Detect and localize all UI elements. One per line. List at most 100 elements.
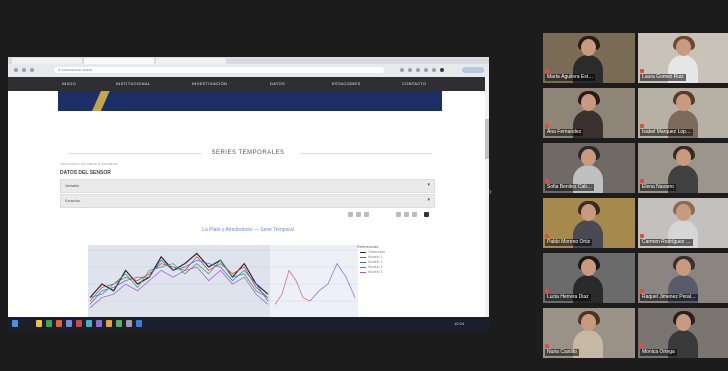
participant-tile[interactable]: Carmen Rodríguez … — [638, 198, 728, 248]
address-bar[interactable] — [54, 67, 384, 73]
participant-tile[interactable]: Raquel Jimenez Peral… — [638, 253, 728, 303]
nav-item-datos[interactable]: DATOS — [270, 80, 285, 88]
taskbar-app-icon[interactable] — [86, 320, 92, 327]
browser-tab[interactable] — [84, 58, 154, 64]
nav-item-investigacion[interactable]: INVESTIGACIÓN — [192, 80, 227, 88]
chart-title: La Plata y Alrededores — Serie Temporal — [202, 227, 294, 233]
legend-item[interactable]: Modelo 2 — [360, 260, 382, 264]
participant-tile[interactable]: Marta Aguilera Est… — [543, 33, 635, 83]
nav-item-institucional[interactable]: INSTITUCIONAL — [116, 80, 150, 88]
start-icon[interactable] — [12, 320, 18, 327]
participant-name: Monica Ortega — [640, 349, 677, 356]
nav-item-inicio[interactable]: INICIO — [62, 80, 76, 88]
participant-video — [676, 94, 691, 111]
taskbar-app-icon[interactable] — [116, 320, 122, 327]
reset-icon[interactable] — [396, 212, 401, 217]
participant-video — [676, 149, 691, 166]
legend-swatch — [360, 261, 366, 263]
chevron-down-icon: ▾ — [427, 197, 430, 203]
legend-title: Referencias — [357, 244, 379, 249]
extension-icon[interactable] — [416, 68, 420, 72]
extension-icon[interactable] — [424, 68, 428, 72]
menu-icon[interactable] — [424, 212, 429, 217]
taskbar-clock: 10:24 — [454, 321, 465, 326]
muted-mic-icon — [545, 179, 549, 183]
station-select[interactable]: Estación ▾ — [60, 194, 435, 208]
nav-item-estaciones[interactable]: ESTACIONES — [332, 80, 361, 88]
participant-tile[interactable]: Isabel Marquez Lop… — [638, 88, 728, 138]
taskbar-app-icon[interactable] — [36, 320, 42, 327]
download-icon[interactable] — [404, 212, 409, 217]
filter-hint: Seleccione los datos a visualizar — [60, 161, 118, 166]
shared-screen: •• •••••••••••••• ••••••• INICIO INSTITU… — [8, 57, 489, 330]
participant-video — [581, 259, 596, 276]
participant-video — [676, 39, 691, 56]
taskbar-app-icon[interactable] — [106, 320, 112, 327]
legend-swatch — [360, 271, 366, 273]
nav-item-contacto[interactable]: CONTACTO — [402, 80, 426, 88]
fullscreen-icon[interactable] — [412, 212, 417, 217]
participant-name: Raquel Jimenez Peral… — [640, 294, 698, 301]
taskbar-app-icon[interactable] — [126, 320, 132, 327]
banner-decoration — [88, 91, 112, 111]
participant-tile[interactable]: Laura Gomez Ruiz — [638, 33, 728, 83]
legend-item[interactable]: Modelo 1 — [360, 255, 382, 259]
muted-mic-icon — [640, 179, 644, 183]
muted-mic-icon — [640, 234, 644, 238]
zoom-in-icon[interactable] — [348, 212, 353, 217]
legend-item[interactable]: Observado — [360, 250, 385, 254]
participant-name: Ana Fernandez — [545, 129, 584, 136]
browser-tab[interactable] — [12, 58, 82, 64]
profile-button[interactable] — [462, 67, 484, 73]
muted-mic-icon — [640, 69, 644, 73]
reload-icon[interactable] — [30, 68, 34, 72]
muted-mic-icon — [545, 124, 549, 128]
participant-tile[interactable]: Monica Ortega — [638, 308, 728, 358]
participant-tile[interactable]: Sofia Benitez Cab… — [543, 143, 635, 193]
scrollbar-thumb[interactable] — [485, 119, 489, 159]
participant-name: Nuria Castillo — [545, 349, 579, 356]
taskbar-app-icon[interactable] — [66, 320, 72, 327]
participant-name: Elena Navarro — [640, 184, 676, 191]
legend-label: Modelo 1 — [368, 255, 383, 259]
extension-icon[interactable] — [400, 68, 404, 72]
variable-select[interactable]: Variable ▾ — [60, 179, 435, 193]
taskbar-app-icon[interactable] — [56, 320, 62, 327]
forward-icon[interactable] — [22, 68, 26, 72]
legend-label: Modelo 2 — [368, 260, 383, 264]
chevron-right-icon[interactable]: › — [489, 186, 492, 197]
participant-name: Lucia Herrera Diaz — [545, 294, 591, 301]
forecast-region — [270, 245, 358, 320]
legend-item[interactable]: Modelo 3 — [360, 265, 382, 269]
participant-name: Sofia Benitez Cab… — [545, 184, 595, 191]
participant-name: Isabel Marquez Lop… — [640, 129, 693, 136]
participant-video — [581, 39, 596, 56]
page-scrollbar[interactable] — [485, 77, 489, 317]
taskbar-app-icon[interactable] — [46, 320, 52, 327]
browser-tab[interactable] — [156, 58, 226, 64]
variable-select-value: Variable — [65, 183, 80, 188]
participant-name: Laura Gomez Ruiz — [640, 74, 686, 81]
participant-tile[interactable]: Pablo Moreno Ortiz — [543, 198, 635, 248]
pan-icon[interactable] — [364, 212, 369, 217]
extension-icon[interactable] — [432, 68, 436, 72]
participant-tile[interactable]: Nuria Castillo — [543, 308, 635, 358]
back-icon[interactable] — [14, 68, 18, 72]
extension-icon[interactable] — [440, 68, 444, 72]
participant-tile[interactable]: Lucia Herrera Diaz — [543, 253, 635, 303]
taskbar-app-icon[interactable] — [76, 320, 82, 327]
participant-tile[interactable]: Elena Navarro — [638, 143, 728, 193]
filter-label: DATOS DEL SENSOR — [60, 170, 111, 176]
muted-mic-icon — [545, 69, 549, 73]
taskbar-app-icon[interactable] — [96, 320, 102, 327]
participant-tile[interactable]: Ana Fernandez — [543, 88, 635, 138]
extension-icon[interactable] — [408, 68, 412, 72]
station-select-value: Estación — [65, 198, 81, 203]
participant-video — [676, 204, 691, 221]
taskbar-app-icon[interactable] — [136, 320, 142, 327]
time-series-chart[interactable] — [70, 240, 360, 325]
zoom-out-icon[interactable] — [356, 212, 361, 217]
header-banner — [58, 91, 442, 111]
muted-mic-icon — [545, 289, 549, 293]
legend-item[interactable]: Modelo 4 — [360, 270, 382, 274]
